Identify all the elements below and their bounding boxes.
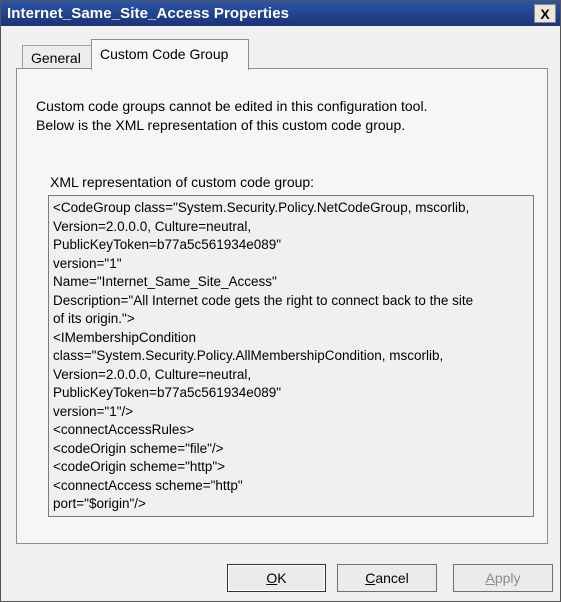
close-icon: X bbox=[540, 5, 550, 22]
description-line: Custom code groups cannot be edited in t… bbox=[36, 98, 428, 114]
apply-accel: A bbox=[485, 570, 495, 586]
ok-label-rest: K bbox=[277, 570, 287, 586]
close-button[interactable]: X bbox=[534, 4, 556, 23]
xml-line: <CodeGroup class="System.Security.Policy… bbox=[53, 200, 470, 215]
xml-line: version="1" bbox=[53, 255, 122, 271]
xml-line: Version=2.0.0.0, Culture=neutral, bbox=[53, 218, 252, 234]
xml-line: <codeOrigin scheme="file"/> bbox=[53, 440, 224, 456]
xml-line: Version=2.0.0.0, Culture=neutral, bbox=[53, 366, 252, 382]
xml-textbox[interactable]: <CodeGroup class="System.Security.Policy… bbox=[48, 195, 534, 517]
xml-line: Name="Internet_Same_Site_Access" bbox=[53, 274, 277, 289]
cancel-button[interactable]: Cancel bbox=[337, 564, 437, 592]
ok-accel: O bbox=[266, 570, 278, 586]
apply-button[interactable]: Apply bbox=[453, 564, 553, 592]
window-title: Internet_Same_Site_Access Properties bbox=[7, 5, 290, 22]
xml-line: of its origin."> bbox=[53, 311, 135, 326]
ok-button[interactable]: OK bbox=[227, 564, 326, 592]
xml-line: <codeOrigin scheme="http"> bbox=[53, 459, 226, 474]
tab-custom-code-group-label: Custom Code Group bbox=[100, 46, 229, 62]
tab-custom-code-group[interactable]: Custom Code Group bbox=[91, 39, 249, 70]
properties-dialog: Internet_Same_Site_Access Properties X G… bbox=[0, 0, 561, 602]
xml-line: <connectAccess scheme="http" bbox=[53, 477, 243, 493]
xml-line: <connectAccessRules> bbox=[53, 422, 195, 437]
xml-line: PublicKeyToken=b77a5c561934e089" bbox=[53, 385, 282, 400]
xml-line: PublicKeyToken=b77a5c561934e089" bbox=[53, 237, 282, 252]
xml-line: class="System.Security.Policy.AllMembers… bbox=[53, 348, 444, 363]
xml-line: Description="All Internet code gets the … bbox=[53, 292, 474, 308]
title-bar[interactable]: Internet_Same_Site_Access Properties X bbox=[1, 1, 560, 26]
xml-line: version="1"/> bbox=[53, 403, 134, 419]
tab-general-label: General bbox=[31, 50, 81, 66]
cancel-label-rest: ancel bbox=[375, 570, 409, 586]
description-text: Custom code groups cannot be edited in t… bbox=[36, 97, 536, 135]
description-line: Below is the XML representation of this … bbox=[36, 117, 406, 133]
tab-general[interactable]: General bbox=[22, 45, 92, 69]
xml-label: XML representation of custom code group: bbox=[50, 174, 315, 190]
xml-line: port="$origin"/> bbox=[53, 496, 146, 511]
xml-line: <IMembershipCondition bbox=[53, 329, 196, 345]
cancel-accel: C bbox=[365, 570, 376, 586]
apply-label-rest: pply bbox=[494, 570, 521, 586]
